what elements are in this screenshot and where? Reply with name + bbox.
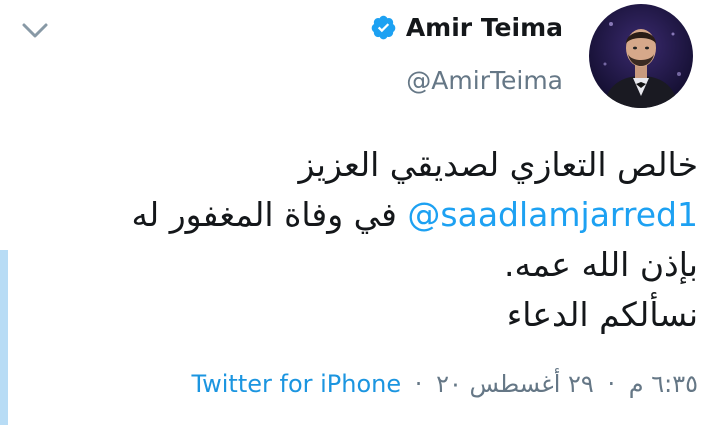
left-accent-bar xyxy=(0,250,8,425)
verified-badge-icon xyxy=(371,15,396,40)
author-name-row[interactable]: Amir Teima xyxy=(370,13,563,42)
mention-link[interactable]: @saadlamjarred1 xyxy=(407,195,698,234)
tweet-date[interactable]: ٢٩ أغسطس ٢٠ xyxy=(436,370,594,398)
tweet-text-line: بإذن الله عمه. xyxy=(504,245,698,284)
tweet-time[interactable]: ٦:٣٥ م xyxy=(629,370,698,398)
avatar[interactable] xyxy=(589,4,693,108)
author-handle[interactable]: @AmirTeima xyxy=(406,66,563,95)
tweet-text: خالص التعازي لصديقي العزيز @saadlamjarre… xyxy=(18,140,698,340)
tweet-text-line: خالص التعازي لصديقي العزيز xyxy=(298,145,698,184)
profile-photo-icon xyxy=(589,4,693,108)
tweet-source-link[interactable]: Twitter for iPhone xyxy=(191,370,401,398)
tweet-text-segment: في وفاة المغفور له xyxy=(131,195,408,234)
tweet-meta: ٦:٣٥ م · ٢٩ أغسطس ٢٠ · Twitter for iPhon… xyxy=(191,370,698,398)
meta-separator: · xyxy=(414,370,423,398)
tweet-text-line: نسألكم الدعاء xyxy=(506,295,698,334)
author-display-name[interactable]: Amir Teima xyxy=(406,13,563,42)
chevron-down-icon[interactable] xyxy=(20,18,50,44)
tweet-text-line: @saadlamjarred1 في وفاة المغفور له xyxy=(18,190,698,240)
meta-separator: · xyxy=(607,370,616,398)
